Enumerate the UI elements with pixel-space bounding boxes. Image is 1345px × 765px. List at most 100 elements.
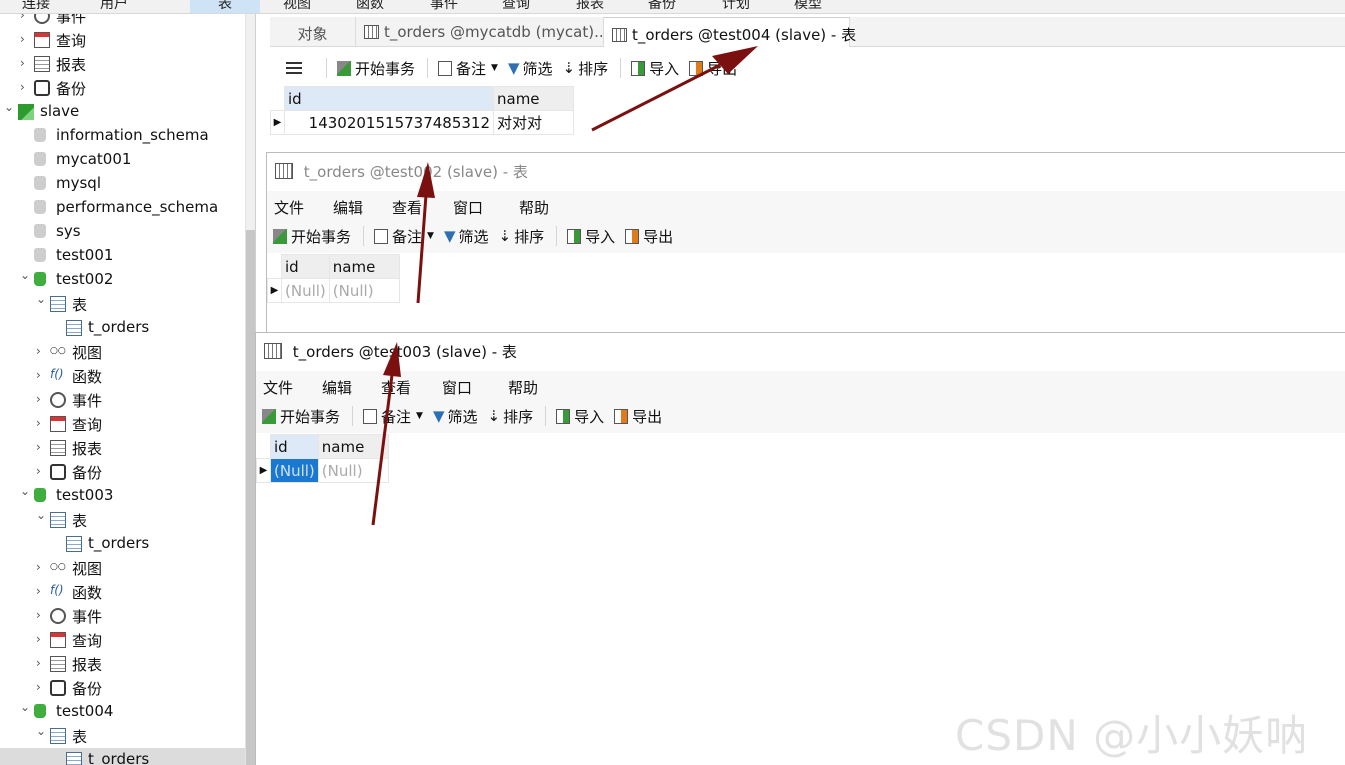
column-header-id[interactable]: id bbox=[281, 254, 330, 279]
tree-item[interactable]: › 查询 bbox=[0, 412, 245, 436]
column-header-name[interactable]: name bbox=[317, 434, 389, 459]
chevron-down-icon[interactable]: ⌄ bbox=[36, 724, 46, 738]
menu-connection[interactable]: 连接 bbox=[22, 0, 50, 13]
chevron-right-icon[interactable]: › bbox=[36, 440, 46, 454]
column-header-name[interactable]: name bbox=[328, 254, 400, 279]
tree-item[interactable]: mysql bbox=[0, 172, 245, 196]
menu-file[interactable]: 文件 bbox=[263, 377, 293, 398]
chevron-right-icon[interactable]: › bbox=[36, 344, 46, 358]
chevron-down-icon[interactable]: ⌄ bbox=[4, 100, 14, 114]
menu-view[interactable]: 查看 bbox=[381, 377, 411, 398]
filter-button[interactable]: ▼ 筛选 bbox=[508, 58, 553, 79]
chevron-right-icon[interactable]: › bbox=[20, 56, 30, 70]
memo-button[interactable]: 备注 ▼ bbox=[363, 406, 423, 427]
cell-name[interactable]: 对对对 bbox=[493, 110, 574, 135]
tree-item[interactable]: › 报表 bbox=[0, 652, 245, 676]
chevron-down-icon[interactable]: ⌄ bbox=[20, 268, 30, 282]
memo-button[interactable]: 备注 ▼ bbox=[374, 226, 434, 247]
tree-item[interactable]: ⌄ 表 bbox=[0, 724, 245, 748]
cell-id[interactable]: (Null) bbox=[281, 278, 330, 303]
tree-item[interactable]: ⌄ 表 bbox=[0, 508, 245, 532]
tree-item[interactable]: › 事件 bbox=[0, 604, 245, 628]
column-header-id[interactable]: id bbox=[284, 86, 494, 111]
tree-item[interactable]: test001 bbox=[0, 244, 245, 268]
tree-item[interactable]: t_orders bbox=[0, 316, 245, 340]
tree-item[interactable]: t_orders bbox=[0, 748, 245, 765]
tree-item[interactable]: › 事件 bbox=[0, 388, 245, 412]
menu-backup[interactable]: 备份 bbox=[648, 0, 676, 13]
tree-item[interactable]: ⌄ test004 bbox=[0, 700, 245, 724]
menu-table[interactable]: 表 bbox=[190, 0, 260, 13]
filter-button[interactable]: ▼ 筛选 bbox=[433, 406, 478, 427]
data-grid-test004[interactable]: id name ▶ 1430201515737485312 对对对 bbox=[270, 86, 574, 135]
filter-button[interactable]: ▼ 筛选 bbox=[444, 226, 489, 247]
window-t-orders-test002[interactable]: t_orders @test002 (slave) - 表 文件 编辑 查看 窗… bbox=[266, 152, 1345, 332]
menu-window[interactable]: 窗口 bbox=[453, 197, 483, 218]
chevron-down-icon[interactable]: ⌄ bbox=[20, 484, 30, 498]
tree-item[interactable]: › f() 函数 bbox=[0, 364, 245, 388]
menu-view[interactable]: 视图 bbox=[283, 0, 311, 13]
tree-scrollbar-thumb[interactable] bbox=[246, 230, 255, 765]
menu-edit[interactable]: 编辑 bbox=[333, 197, 363, 218]
menu-edit[interactable]: 编辑 bbox=[322, 377, 352, 398]
tree-item[interactable]: › 报表 bbox=[0, 436, 245, 460]
chevron-right-icon[interactable]: › bbox=[36, 368, 46, 382]
cell-name[interactable]: (Null) bbox=[328, 278, 400, 303]
table-row[interactable]: ▶ (Null) (Null) bbox=[256, 458, 389, 483]
tree-item[interactable]: performance_schema bbox=[0, 196, 245, 220]
chevron-right-icon[interactable]: › bbox=[36, 608, 46, 622]
chevron-right-icon[interactable]: › bbox=[36, 464, 46, 478]
tree-item[interactable]: › 备份 bbox=[0, 676, 245, 700]
sort-button[interactable]: ⇣ 排序 bbox=[488, 406, 534, 427]
tree-item[interactable]: ⌄ test003 bbox=[0, 484, 245, 508]
column-header-name[interactable]: name bbox=[493, 86, 574, 111]
tree-item[interactable]: › 查询 bbox=[0, 628, 245, 652]
chevron-right-icon[interactable]: › bbox=[20, 80, 30, 94]
menu-schedule[interactable]: 计划 bbox=[722, 0, 750, 13]
export-button[interactable]: 导出 bbox=[689, 58, 737, 79]
chevron-down-icon[interactable]: ⌄ bbox=[36, 292, 46, 306]
memo-button[interactable]: 备注 ▼ bbox=[438, 58, 498, 79]
tab-objects[interactable]: 对象 bbox=[270, 17, 356, 47]
data-grid-test002[interactable]: id name ▶ (Null) (Null) bbox=[267, 254, 400, 303]
menu-event[interactable]: 事件 bbox=[430, 0, 458, 13]
import-button[interactable]: 导入 bbox=[631, 58, 679, 79]
chevron-right-icon[interactable]: › bbox=[36, 584, 46, 598]
window-t-orders-test003[interactable]: t_orders @test003 (slave) - 表 文件 编辑 查看 窗… bbox=[255, 332, 1345, 765]
menu-window[interactable]: 窗口 bbox=[442, 377, 472, 398]
chevron-down-icon[interactable]: ⌄ bbox=[36, 508, 46, 522]
sort-button[interactable]: ⇣ 排序 bbox=[563, 58, 609, 79]
export-button[interactable]: 导出 bbox=[614, 406, 662, 427]
menu-view[interactable]: 查看 bbox=[392, 197, 422, 218]
menu-file[interactable]: 文件 bbox=[274, 197, 304, 218]
export-button[interactable]: 导出 bbox=[625, 226, 673, 247]
menu-model[interactable]: 模型 bbox=[794, 0, 822, 13]
menu-hamburger-icon[interactable] bbox=[286, 62, 302, 74]
menu-help[interactable]: 帮助 bbox=[519, 197, 549, 218]
cell-name[interactable]: (Null) bbox=[317, 458, 389, 483]
import-button[interactable]: 导入 bbox=[567, 226, 615, 247]
chevron-right-icon[interactable]: › bbox=[36, 560, 46, 574]
table-row[interactable]: ▶ 1430201515737485312 对对对 bbox=[270, 110, 574, 135]
tree-item[interactable]: › 查询 bbox=[0, 28, 245, 52]
chevron-right-icon[interactable]: › bbox=[36, 392, 46, 406]
menu-query[interactable]: 查询 bbox=[502, 0, 530, 13]
menu-help[interactable]: 帮助 bbox=[508, 377, 538, 398]
tree-item[interactable]: › 事件 bbox=[0, 14, 245, 28]
tree-item[interactable]: ⌄ test002 bbox=[0, 268, 245, 292]
begin-transaction-button[interactable]: 开始事务 bbox=[337, 58, 415, 79]
sort-button[interactable]: ⇣ 排序 bbox=[499, 226, 545, 247]
chevron-right-icon[interactable]: › bbox=[36, 416, 46, 430]
navigation-tree[interactable]: › 事件 › 查询 › 报表 › 备份 ⌄ slave information_schema myca… bbox=[0, 14, 245, 765]
tree-item[interactable]: t_orders bbox=[0, 532, 245, 556]
column-header-id[interactable]: id bbox=[270, 434, 319, 459]
tab-t-orders-mycatdb[interactable]: t_orders @mycatdb (mycat)... bbox=[356, 17, 608, 47]
tree-item[interactable]: › 备份 bbox=[0, 460, 245, 484]
tree-item[interactable]: ⌄ 表 bbox=[0, 292, 245, 316]
tree-item[interactable]: › 报表 bbox=[0, 52, 245, 76]
chevron-right-icon[interactable]: › bbox=[36, 632, 46, 646]
menu-user[interactable]: 用户 bbox=[100, 0, 128, 13]
tree-item[interactable]: › f() 函数 bbox=[0, 580, 245, 604]
cell-id[interactable]: 1430201515737485312 bbox=[284, 110, 494, 135]
data-grid-test003[interactable]: id name ▶ (Null) (Null) bbox=[256, 434, 389, 483]
